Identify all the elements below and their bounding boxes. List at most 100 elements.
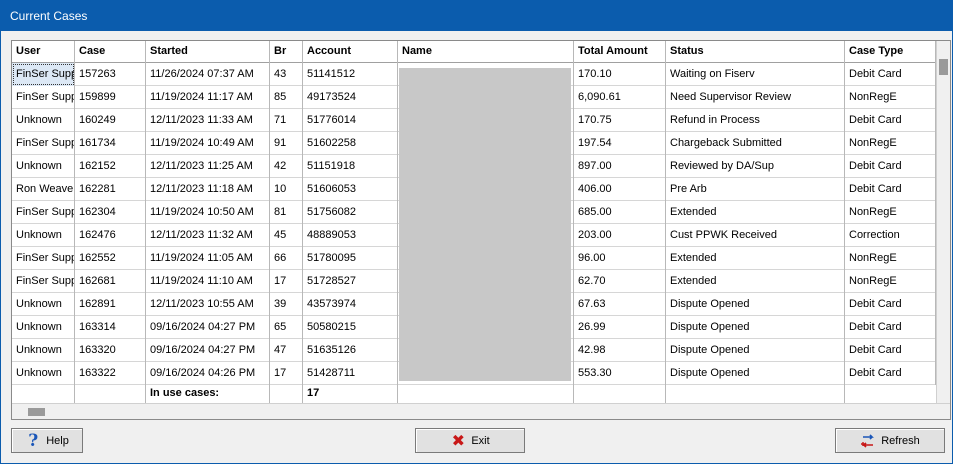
column-header-account[interactable]: Account	[303, 41, 398, 63]
cell-started[interactable]: 09/16/2024 04:27 PM	[146, 316, 270, 339]
cell-account[interactable]: 51756082	[303, 201, 398, 224]
cell-user[interactable]: Unknown	[12, 339, 75, 362]
cell-total-amount[interactable]: 6,090.61	[574, 86, 666, 109]
cell-status[interactable]: Extended	[666, 270, 845, 293]
cell-branch[interactable]: 10	[270, 178, 303, 201]
cell-status[interactable]: Reviewed by DA/Sup	[666, 155, 845, 178]
cell-case-type[interactable]: Debit Card	[845, 293, 936, 316]
cell-started[interactable]: 11/19/2024 10:49 AM	[146, 132, 270, 155]
cell-user[interactable]: Unknown	[12, 109, 75, 132]
cell-case-type[interactable]: Debit Card	[845, 155, 936, 178]
cell-case[interactable]: 157263	[75, 63, 146, 86]
cell-case[interactable]: 163314	[75, 316, 146, 339]
cell-account[interactable]: 50580215	[303, 316, 398, 339]
cell-case[interactable]: 162552	[75, 247, 146, 270]
column-header-name[interactable]: Name	[398, 41, 574, 63]
cell-case-type[interactable]: Debit Card	[845, 362, 936, 385]
cell-branch[interactable]: 81	[270, 201, 303, 224]
cell-total-amount[interactable]: 170.75	[574, 109, 666, 132]
cell-case[interactable]: 162681	[75, 270, 146, 293]
cell-status[interactable]: Need Supervisor Review	[666, 86, 845, 109]
cell-started[interactable]: 09/16/2024 04:26 PM	[146, 362, 270, 385]
cell-case[interactable]: 160249	[75, 109, 146, 132]
cell-started[interactable]: 11/26/2024 07:37 AM	[146, 63, 270, 86]
cell-user[interactable]: Ron Weaver	[12, 178, 75, 201]
cell-user[interactable]: FinSer Suppo	[12, 86, 75, 109]
cell-started[interactable]: 11/19/2024 11:10 AM	[146, 270, 270, 293]
cell-total-amount[interactable]: 203.00	[574, 224, 666, 247]
cell-account[interactable]: 49173524	[303, 86, 398, 109]
cell-case-type[interactable]: Debit Card	[845, 178, 936, 201]
cell-branch[interactable]: 45	[270, 224, 303, 247]
cell-total-amount[interactable]: 897.00	[574, 155, 666, 178]
cell-account[interactable]: 51606053	[303, 178, 398, 201]
cell-user[interactable]: Unknown	[12, 316, 75, 339]
cell-case-type[interactable]: NonRegE	[845, 201, 936, 224]
column-header-status[interactable]: Status	[666, 41, 845, 63]
cell-branch[interactable]: 91	[270, 132, 303, 155]
cell-total-amount[interactable]: 67.63	[574, 293, 666, 316]
cell-total-amount[interactable]: 62.70	[574, 270, 666, 293]
column-header-branch[interactable]: Br	[270, 41, 303, 63]
cell-case[interactable]: 162476	[75, 224, 146, 247]
cell-total-amount[interactable]: 553.30	[574, 362, 666, 385]
cell-account[interactable]: 51141512	[303, 63, 398, 86]
horizontal-scrollbar[interactable]	[12, 403, 950, 419]
cell-started[interactable]: 12/11/2023 11:18 AM	[146, 178, 270, 201]
cell-case-type[interactable]: NonRegE	[845, 132, 936, 155]
cell-status[interactable]: Dispute Opened	[666, 316, 845, 339]
cell-user[interactable]: Unknown	[12, 224, 75, 247]
cell-case[interactable]: 163322	[75, 362, 146, 385]
cell-status[interactable]: Extended	[666, 247, 845, 270]
cell-total-amount[interactable]: 685.00	[574, 201, 666, 224]
cell-started[interactable]: 12/11/2023 11:32 AM	[146, 224, 270, 247]
cell-status[interactable]: Cust PPWK Received	[666, 224, 845, 247]
cell-branch[interactable]: 85	[270, 86, 303, 109]
cell-case[interactable]: 163320	[75, 339, 146, 362]
cell-branch[interactable]: 66	[270, 247, 303, 270]
cell-branch[interactable]: 39	[270, 293, 303, 316]
cell-case-type[interactable]: Debit Card	[845, 316, 936, 339]
cell-case[interactable]: 161734	[75, 132, 146, 155]
cell-case-type[interactable]: Debit Card	[845, 63, 936, 86]
cell-status[interactable]: Dispute Opened	[666, 339, 845, 362]
cell-branch[interactable]: 17	[270, 270, 303, 293]
refresh-button[interactable]: Refresh	[835, 428, 945, 453]
cell-case-type[interactable]: NonRegE	[845, 86, 936, 109]
cell-user[interactable]: FinSer Suppo	[12, 63, 75, 86]
cell-case[interactable]: 159899	[75, 86, 146, 109]
cell-branch[interactable]: 17	[270, 362, 303, 385]
cell-status[interactable]: Refund in Process	[666, 109, 845, 132]
vertical-scroll-thumb[interactable]	[939, 59, 948, 75]
cell-account[interactable]: 51428711	[303, 362, 398, 385]
column-header-case[interactable]: Case	[75, 41, 146, 63]
cell-status[interactable]: Dispute Opened	[666, 293, 845, 316]
cell-status[interactable]: Waiting on Fiserv	[666, 63, 845, 86]
cases-grid[interactable]: User Case Started Br Account Name Total Amount…	[11, 40, 951, 420]
cell-started[interactable]: 12/11/2023 11:25 AM	[146, 155, 270, 178]
cell-started[interactable]: 09/16/2024 04:27 PM	[146, 339, 270, 362]
cell-account[interactable]: 51151918	[303, 155, 398, 178]
cell-account[interactable]: 43573974	[303, 293, 398, 316]
cell-case-type[interactable]: Debit Card	[845, 339, 936, 362]
cell-case[interactable]: 162891	[75, 293, 146, 316]
cell-started[interactable]: 11/19/2024 11:17 AM	[146, 86, 270, 109]
help-button[interactable]: ? Help	[11, 428, 83, 453]
cell-started[interactable]: 11/19/2024 11:05 AM	[146, 247, 270, 270]
vertical-scrollbar[interactable]	[936, 41, 950, 403]
cell-branch[interactable]: 71	[270, 109, 303, 132]
cell-total-amount[interactable]: 197.54	[574, 132, 666, 155]
cell-status[interactable]: Chargeback Submitted	[666, 132, 845, 155]
cell-case[interactable]: 162152	[75, 155, 146, 178]
cell-user[interactable]: Unknown	[12, 362, 75, 385]
cell-total-amount[interactable]: 170.10	[574, 63, 666, 86]
cell-branch[interactable]: 43	[270, 63, 303, 86]
cell-started[interactable]: 11/19/2024 10:50 AM	[146, 201, 270, 224]
cell-case-type[interactable]: Correction	[845, 224, 936, 247]
exit-button[interactable]: ✖ Exit	[415, 428, 525, 453]
cell-user[interactable]: FinSer Suppo	[12, 247, 75, 270]
cell-case-type[interactable]: Debit Card	[845, 109, 936, 132]
cell-case[interactable]: 162304	[75, 201, 146, 224]
cell-total-amount[interactable]: 42.98	[574, 339, 666, 362]
cell-status[interactable]: Extended	[666, 201, 845, 224]
